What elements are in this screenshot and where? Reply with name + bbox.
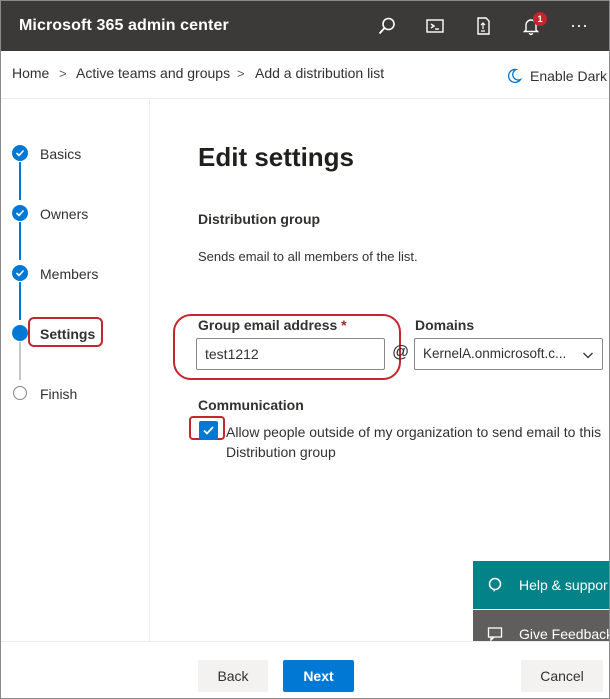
step-connector — [19, 222, 21, 260]
step-basics[interactable]: Basics — [40, 146, 81, 162]
dark-mode-label: Enable Dark m — [530, 68, 609, 84]
check-icon — [203, 426, 214, 435]
dark-mode-toggle[interactable]: Enable Dark m — [506, 68, 609, 84]
wizard-footer: Back Next Cancel — [1, 641, 609, 698]
top-bar: Microsoft 365 admin center 1 ··· — [1, 1, 609, 51]
step-connector — [19, 162, 21, 200]
chevron-right-icon: > — [237, 66, 245, 81]
step-connector — [19, 282, 21, 320]
section-description: Sends email to all members of the list. — [198, 249, 418, 264]
step-finish: Finish — [40, 386, 78, 402]
mobile-icon[interactable] — [471, 14, 495, 38]
search-icon[interactable] — [375, 14, 399, 38]
feedback-icon — [487, 627, 503, 642]
group-email-input[interactable] — [196, 338, 385, 370]
check-icon — [12, 145, 28, 161]
breadcrumb-current: Add a distribution list — [255, 65, 385, 81]
domain-dropdown[interactable]: KernelA.onmicrosoft.c... — [414, 338, 603, 370]
moon-icon — [507, 68, 522, 84]
wizard-stepper: Basics Owners Members Settings Finish — [1, 100, 150, 641]
next-button[interactable]: Next — [283, 660, 354, 692]
app-title[interactable]: Microsoft 365 admin center — [19, 17, 229, 35]
help-label: Help & suppor — [519, 577, 608, 593]
check-icon — [12, 205, 28, 221]
domain-value: KernelA.onmicrosoft.c... — [423, 346, 567, 361]
at-sign: @ — [392, 342, 410, 361]
app-window: Microsoft 365 admin center 1 ··· Home > … — [0, 0, 610, 699]
step-members[interactable]: Members — [40, 266, 98, 282]
back-button[interactable]: Back — [198, 660, 268, 692]
communication-label: Communication — [198, 397, 304, 413]
breadcrumb: Home > Active teams and groups > Add a d… — [1, 51, 609, 99]
allow-external-checkbox[interactable] — [199, 421, 218, 440]
help-support-button[interactable]: Help & suppor — [473, 561, 609, 609]
page-title: Edit settings — [198, 142, 355, 172]
feedback-label: Give Feedback — [519, 626, 610, 642]
check-icon — [12, 265, 28, 281]
breadcrumb-home[interactable]: Home — [12, 65, 49, 81]
step-owners[interactable]: Owners — [40, 206, 88, 222]
allow-external-label[interactable]: Allow people outside of my organization … — [226, 422, 606, 462]
notification-badge: 1 — [533, 12, 547, 26]
chevron-right-icon: > — [59, 66, 67, 81]
current-step-dot — [12, 325, 28, 341]
section-heading: Distribution group — [198, 211, 321, 227]
cancel-button[interactable]: Cancel — [521, 660, 603, 692]
main-content: Edit settings Distribution group Sends e… — [151, 100, 609, 641]
chevron-down-icon — [583, 352, 593, 359]
domains-label: Domains — [415, 317, 475, 333]
step-settings[interactable]: Settings — [40, 326, 95, 342]
help-icon — [488, 577, 502, 592]
breadcrumb-active-teams[interactable]: Active teams and groups — [76, 65, 230, 81]
more-icon[interactable]: ··· — [567, 13, 591, 37]
step-connector — [19, 342, 21, 380]
pending-step-dot — [13, 386, 27, 400]
terminal-icon[interactable] — [423, 14, 447, 38]
